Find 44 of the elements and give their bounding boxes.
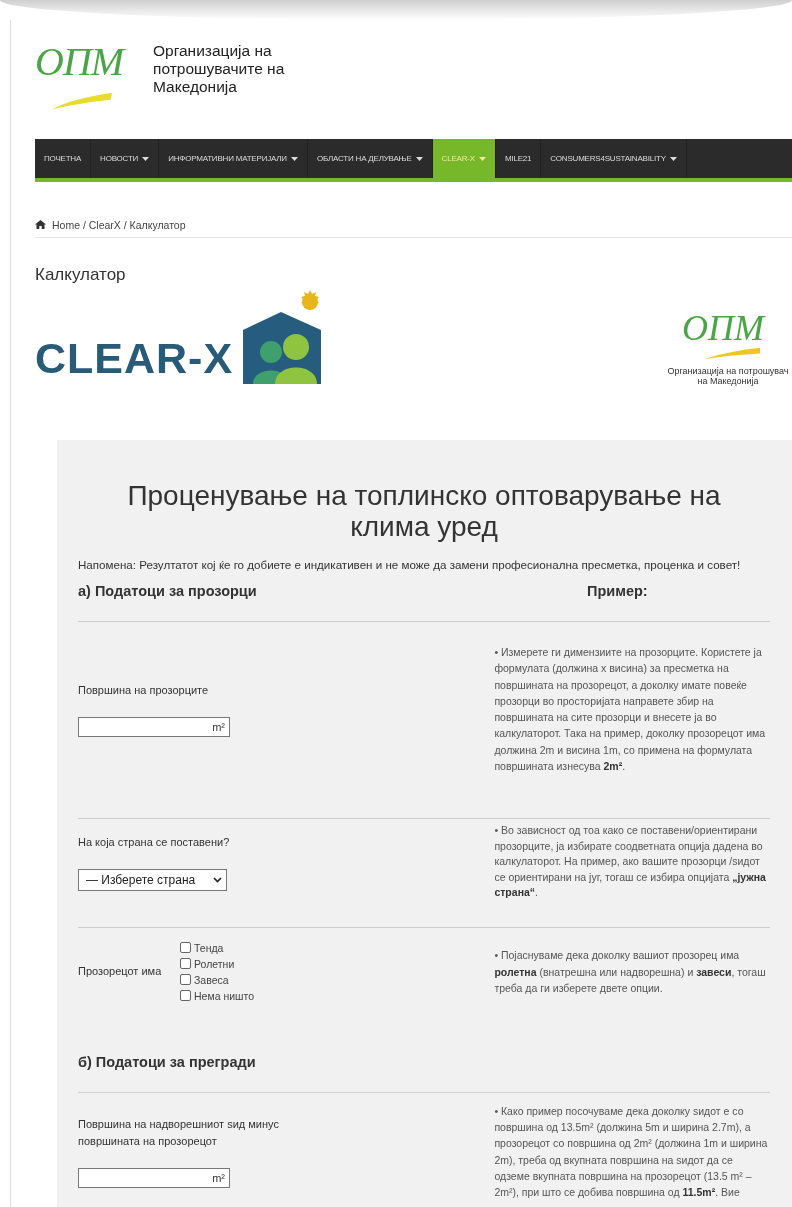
nav-item[interactable]: ОБЛАСТИ НА ДЕЛУВАЊЕ xyxy=(307,139,433,178)
input-field[interactable]: m² xyxy=(78,1167,230,1188)
org-name-line: потрошувачите на xyxy=(153,60,285,78)
example-heading: Пример: xyxy=(587,583,648,599)
clearx-logo-text: CLEAR-X xyxy=(35,334,234,382)
example-text: • Измерете ги димензиите на прозорците. Користете ја формулата (должина x висина) за пресметка на површината на прозорецот, а доколку имате повеќе прозорци во просторијата направете збир на површината на сите прозорци и внесете ја во калкулаторот. Така на пример, доколку прозорецот има должина 2m и висина 1m, со примена на формулата површината изнесува 2m². xyxy=(494,645,767,775)
nav-item[interactable]: CONSUMERS4SUSTAINABILITY xyxy=(541,139,687,178)
field-label: Прозорецот има xyxy=(78,964,163,980)
section-heading: а) Податоци за прозорци xyxy=(78,583,258,599)
checkbox[interactable] xyxy=(180,974,191,986)
logo-mark: ОПМ xyxy=(682,308,764,348)
field-label: Површина на прозорците xyxy=(78,682,210,698)
org-name-line: Организација на xyxy=(153,42,273,60)
checkbox-label[interactable]: Тенда xyxy=(194,941,224,954)
org-name-line: Организација на потрошувач xyxy=(666,366,790,376)
nav-item[interactable]: MILE21 xyxy=(495,139,542,178)
home-icon xyxy=(35,220,46,229)
logo-mark: ОПМ xyxy=(35,42,124,82)
org-name-line: Македонија xyxy=(153,78,238,96)
calculator-title: Проценување на топлинско оптоварување на клима уред xyxy=(126,480,722,542)
nav-item[interactable]: ИНФОРМАТИВНИ МАТЕРИЈАЛИ xyxy=(159,139,308,178)
chevron-icon xyxy=(213,876,222,883)
unit-label: m² xyxy=(212,720,225,733)
example-text: • Појаснуваме дека доколку вашиот прозорец има ролетна (внатрешна или надворешна) и завеси, тогаш треба да ги изберете двете опции. xyxy=(494,948,767,996)
field-label: Површина на надворешниот ѕид минус површината на прозорецот xyxy=(78,1116,280,1149)
select-field[interactable]: — Изберете страна xyxy=(78,868,227,891)
unit-label: m² xyxy=(212,1171,225,1184)
section-heading: б) Податоци за прегради xyxy=(78,1053,257,1070)
nav-item[interactable]: НОВОСТИ xyxy=(91,139,160,178)
checkbox[interactable] xyxy=(180,958,191,970)
page-title: Калкулатор xyxy=(35,264,127,286)
checkbox[interactable] xyxy=(180,942,191,954)
example-text: • Во зависност од тоа како се поставени/ориентирани прозорците, ја избирате соодветната опција дадена во калкулаторот. На пример, ако вашите прозорци /ѕидот се ориентирани на југ, тогаш се избира опцијата „јужна страна“. xyxy=(494,823,767,901)
checkbox-label[interactable]: Завеса xyxy=(194,973,229,986)
checkbox-label[interactable]: Нема ништо xyxy=(194,989,255,1002)
checkbox[interactable] xyxy=(180,990,191,1002)
field-label: На која страна се поставени? xyxy=(78,834,231,850)
checkbox-label[interactable]: Ролетни xyxy=(194,957,235,970)
input-field[interactable]: m² xyxy=(78,716,230,737)
org-name-line: на Македонија xyxy=(696,376,760,386)
note-text: Напомена: Резултатот кој ќе го добиете е индикативен и не може да замени професионална пресметка, проценка и совет! xyxy=(78,558,742,571)
breadcrumb[interactable]: Home / ClearX / Калкулатор xyxy=(52,218,186,231)
nav-item[interactable]: ПОЧЕТНА xyxy=(35,139,92,178)
example-text: • Како пример посочуваме дека доколку ѕидот е со површина од 13.5m² (должина 5m и ширина 2.7m), а прозорецот со површина од 2m² (должина 1m и ширина 2m), треба од вкупната површина на ѕидот да се одземе вкупната површина на прозорецот (13.5 m² – 2m²), при што се добива површина од 11.5m². Вие xyxy=(494,1103,769,1201)
